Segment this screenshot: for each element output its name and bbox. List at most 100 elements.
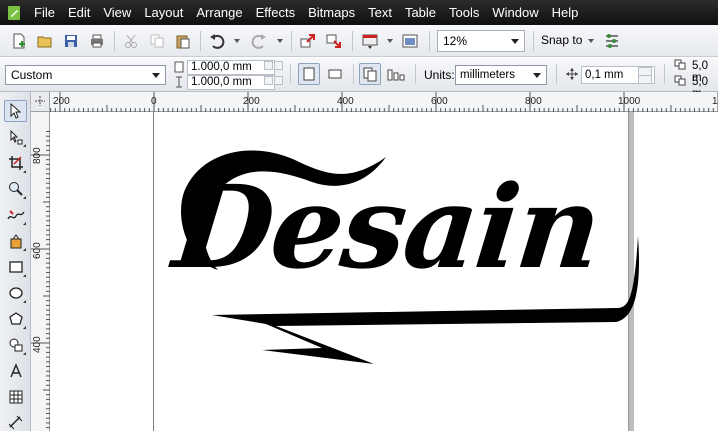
menu-layout[interactable]: Layout xyxy=(144,5,195,20)
paste-icon[interactable] xyxy=(173,31,193,51)
basic-shapes-tool-button[interactable] xyxy=(4,334,27,356)
nudge-spin-down-icon[interactable] xyxy=(638,75,652,84)
landscape-icon xyxy=(328,69,342,79)
application-launcher-icon[interactable] xyxy=(400,31,420,51)
export-icon[interactable] xyxy=(324,31,344,51)
open-folder-icon[interactable] xyxy=(35,31,55,51)
menu-table[interactable]: Table xyxy=(405,5,448,20)
cut-icon[interactable] xyxy=(121,31,141,51)
copy-icon[interactable] xyxy=(147,31,167,51)
freehand-icon xyxy=(6,210,25,220)
toolbox xyxy=(0,92,31,431)
new-document-icon[interactable] xyxy=(9,31,29,51)
page-height-field[interactable]: 1.000,0 mm xyxy=(187,75,275,90)
page-size-preset-value: Custom xyxy=(11,68,53,82)
shape-tool-button[interactable] xyxy=(4,126,27,148)
units-select[interactable]: millimeters xyxy=(455,65,547,85)
magnifier-icon xyxy=(8,182,23,196)
pick-tool-button[interactable] xyxy=(4,100,27,122)
dimension-icon xyxy=(8,415,22,430)
dimension-tool-button[interactable] xyxy=(4,412,27,431)
save-icon[interactable] xyxy=(61,31,81,51)
flyout-indicator-icon xyxy=(23,170,26,173)
page-height-icon xyxy=(176,76,182,88)
menu-arrange[interactable]: Arrange xyxy=(196,5,254,20)
width-spin-up-icon[interactable] xyxy=(274,61,283,70)
menu-tools[interactable]: Tools xyxy=(449,5,491,20)
page-width-field[interactable]: 1.000,0 mm xyxy=(187,60,275,75)
horizontal-ruler[interactable]: 200 0 200 400 600 800 1000 1 xyxy=(50,92,718,112)
zoom-tool-button[interactable] xyxy=(4,178,27,200)
ruler-tick-label: 200 xyxy=(243,96,260,107)
snap-to-button[interactable]: Snap to xyxy=(541,33,582,47)
toolbar-separator xyxy=(664,64,665,84)
zoom-level-select[interactable]: 12% xyxy=(437,30,525,52)
publish-dropdown-icon[interactable] xyxy=(387,39,393,43)
height-spin-up-icon[interactable] xyxy=(274,76,283,85)
menu-view[interactable]: View xyxy=(103,5,143,20)
crop-tool-button[interactable] xyxy=(4,152,27,174)
menu-file[interactable]: File xyxy=(34,5,67,20)
toolbar-separator xyxy=(291,31,292,51)
ruler-tick-label: 800 xyxy=(32,147,43,164)
nudge-distance-icon xyxy=(566,68,578,80)
ruler-origin-corner[interactable] xyxy=(31,92,50,112)
property-bar: Custom 1.000,0 mm 1.000,0 mm Units: mill… xyxy=(0,58,718,100)
freehand-tool-button[interactable] xyxy=(4,204,27,226)
flyout-indicator-icon xyxy=(23,352,26,355)
table-tool-button[interactable] xyxy=(4,386,27,408)
import-icon[interactable] xyxy=(298,31,318,51)
current-page-icon xyxy=(387,69,405,81)
rectangle-tool-button[interactable] xyxy=(4,256,27,278)
width-spin-down-icon[interactable] xyxy=(264,61,273,70)
options-icon[interactable] xyxy=(602,31,622,51)
undo-dropdown-icon[interactable] xyxy=(234,39,240,43)
menu-bitmaps[interactable]: Bitmaps xyxy=(308,5,367,20)
toolbar-separator xyxy=(556,64,557,84)
ellipse-icon xyxy=(8,287,23,299)
menu-help[interactable]: Help xyxy=(552,5,591,20)
drawing-canvas[interactable]: Desain xyxy=(50,112,718,431)
ruler-tick-label: 400 xyxy=(32,336,43,353)
standard-toolbar: 12% Snap to xyxy=(0,25,718,57)
smart-fill-tool-button[interactable] xyxy=(4,230,27,252)
toolbar-separator xyxy=(353,64,354,84)
ruler-tick-label: 1 xyxy=(712,96,718,107)
coreldraw-app-icon[interactable] xyxy=(6,5,22,21)
menu-edit[interactable]: Edit xyxy=(68,5,102,20)
menu-effects[interactable]: Effects xyxy=(256,5,308,20)
polygon-icon xyxy=(8,312,23,325)
toolbar-separator xyxy=(114,31,115,51)
landscape-orientation-button[interactable] xyxy=(325,64,345,84)
ruler-tick-label: 1000 xyxy=(618,96,641,107)
print-icon[interactable] xyxy=(87,31,107,51)
crop-icon xyxy=(8,156,23,170)
page-size-preset-select[interactable]: Custom xyxy=(5,65,166,85)
flyout-indicator-icon xyxy=(23,144,26,147)
all-pages-button[interactable] xyxy=(359,63,381,85)
snap-to-dropdown-icon[interactable] xyxy=(588,39,594,43)
artwork-text[interactable]: Desain xyxy=(168,160,606,294)
undo-icon[interactable] xyxy=(207,31,227,51)
ellipse-tool-button[interactable] xyxy=(4,282,27,304)
zoom-level-value: 12% xyxy=(443,34,468,48)
redo-icon[interactable] xyxy=(249,31,269,51)
flyout-indicator-icon xyxy=(23,274,26,277)
polygon-tool-button[interactable] xyxy=(4,308,27,330)
smart-fill-icon xyxy=(10,234,21,249)
chevron-down-icon xyxy=(511,39,519,44)
portrait-orientation-button[interactable] xyxy=(298,63,320,85)
height-spin-down-icon[interactable] xyxy=(264,76,273,85)
shape-tool-icon xyxy=(10,129,22,145)
vertical-ruler[interactable]: 800 600 400 xyxy=(31,112,50,431)
menu-text[interactable]: Text xyxy=(368,5,404,20)
redo-dropdown-icon[interactable] xyxy=(277,39,283,43)
text-tool-button[interactable] xyxy=(4,360,27,382)
current-page-button[interactable] xyxy=(386,64,406,84)
rectangle-icon xyxy=(8,261,23,273)
menu-window[interactable]: Window xyxy=(492,5,550,20)
toolbar-separator xyxy=(352,31,353,51)
chevron-down-icon xyxy=(152,73,160,78)
flyout-indicator-icon xyxy=(23,248,26,251)
publish-pdf-icon[interactable] xyxy=(360,31,380,51)
